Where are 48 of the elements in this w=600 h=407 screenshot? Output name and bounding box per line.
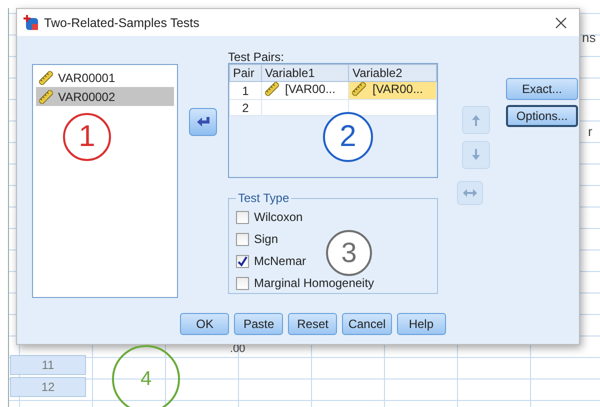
numbered-circle: 4 bbox=[112, 345, 180, 407]
variable-name: [VAR00... bbox=[285, 82, 336, 96]
checkbox[interactable] bbox=[236, 254, 249, 268]
row-header: 11 bbox=[10, 355, 86, 375]
ruler-icon bbox=[352, 82, 366, 96]
column-header: Pair bbox=[230, 64, 262, 82]
column-header: Variable1 bbox=[262, 64, 349, 82]
group-legend: Test Type bbox=[236, 191, 292, 205]
ruler-icon bbox=[265, 82, 279, 96]
up-arrow-icon bbox=[471, 114, 481, 126]
dialog-button[interactable]: Reset bbox=[288, 313, 338, 335]
checkbox-label: Wilcoxon bbox=[254, 210, 303, 224]
checkbox[interactable] bbox=[236, 210, 249, 224]
dialog-button[interactable]: OK bbox=[180, 313, 230, 335]
close-icon bbox=[555, 16, 567, 28]
toolbar-label-fragment: ns bbox=[582, 30, 596, 45]
swap-arrow-icon bbox=[463, 189, 477, 197]
app-icon bbox=[23, 14, 39, 30]
dialog-button[interactable]: Exact... bbox=[506, 78, 578, 100]
ruler-icon bbox=[39, 90, 53, 104]
down-arrow-icon bbox=[471, 149, 481, 161]
move-button[interactable] bbox=[189, 108, 217, 136]
checkbox[interactable] bbox=[236, 276, 249, 290]
left-arrow-icon bbox=[196, 116, 210, 128]
dialog-button[interactable]: Paste bbox=[234, 313, 284, 335]
column-header: Variable2 bbox=[348, 64, 436, 82]
table-cell[interactable] bbox=[262, 100, 349, 116]
checkbox[interactable] bbox=[236, 232, 249, 246]
checkbox-label: McNemar bbox=[254, 254, 306, 268]
checkbox-label: Marginal Homogeneity bbox=[254, 276, 374, 290]
dialog-button[interactable]: Options... bbox=[506, 105, 578, 127]
checkbox-label: Sign bbox=[254, 232, 278, 246]
numbered-circle: 1 bbox=[63, 113, 111, 161]
variable-item[interactable]: VAR00001 bbox=[36, 68, 174, 87]
dialog-button[interactable]: Cancel bbox=[342, 313, 392, 335]
table-cell[interactable] bbox=[348, 100, 436, 116]
row-header: 12 bbox=[10, 377, 86, 397]
variable-name: [VAR00... bbox=[372, 82, 423, 96]
table-cell[interactable]: [VAR00... bbox=[262, 82, 349, 100]
ruler-icon bbox=[39, 70, 53, 84]
window-title: Two-Related-Samples Tests bbox=[44, 16, 200, 30]
column-header-fragment: r bbox=[588, 124, 592, 139]
variable-item[interactable]: VAR00002 bbox=[36, 87, 174, 106]
table-cell[interactable]: [VAR00... bbox=[348, 82, 436, 100]
table-cell: 1 bbox=[230, 82, 262, 100]
dialog-button[interactable]: Help bbox=[396, 313, 446, 335]
test-pairs-label: Test Pairs: bbox=[228, 50, 286, 64]
table-cell: 2 bbox=[230, 100, 262, 116]
